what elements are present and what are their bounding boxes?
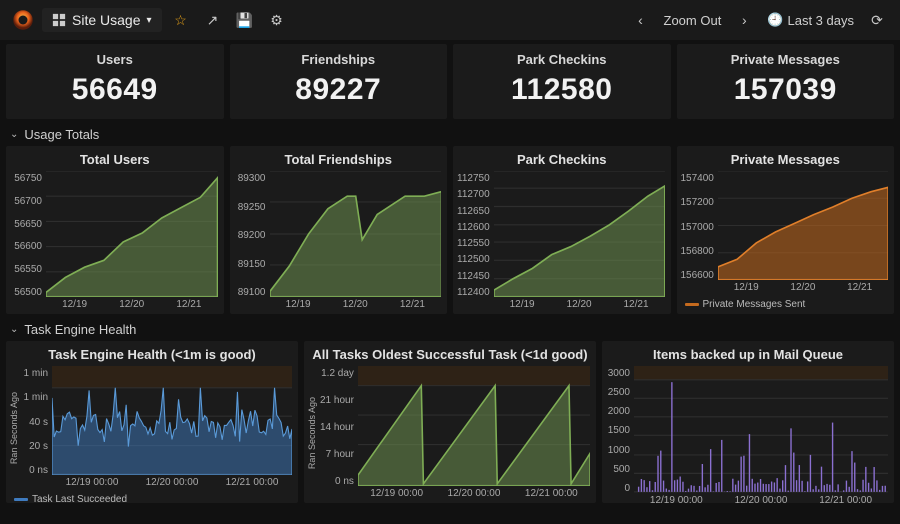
stat-panel-users[interactable]: Users 56649 [6,44,224,119]
chart-title: Total Friendships [230,146,448,169]
task-row: Task Engine Health (<1m is good) Ran Sec… [0,339,900,503]
stat-title: Private Messages [677,44,895,67]
plot-svg [494,171,665,297]
x-axis: 12/19 00:0012/20 00:0012/21 00:00 [358,486,590,501]
chevron-left-icon: ‹ [638,12,643,28]
plot-svg [718,171,888,280]
plot-svg [634,366,888,493]
chart-total-users[interactable]: Total Users 5675056700566505660056550565… [6,146,224,314]
time-next-button[interactable]: › [731,7,757,33]
section-usage-totals[interactable]: ⌄ Usage Totals [0,119,900,144]
stat-value: 157039 [677,67,895,119]
chevron-right-icon: › [742,12,747,28]
zoom-out-button[interactable]: Zoom Out [660,13,726,28]
chart-title: All Tasks Oldest Successful Task (<1d go… [304,341,596,364]
refresh-icon: ⟳ [871,12,883,29]
grid-icon [52,13,66,27]
chart-title: Private Messages [677,146,895,169]
stat-title: Park Checkins [453,44,671,67]
refresh-button[interactable]: ⟳ [864,7,890,33]
share-button[interactable]: ↗ [200,7,226,33]
time-range-picker[interactable]: 🕘 Last 3 days [763,12,858,28]
chart-mail-queue[interactable]: Items backed up in Mail Queue 3000250020… [602,341,894,503]
chart-oldest-task[interactable]: All Tasks Oldest Successful Task (<1d go… [304,341,596,503]
time-range-label: Last 3 days [788,13,855,28]
stat-value: 89227 [230,67,448,119]
section-title: Usage Totals [24,127,99,142]
save-icon: 💾 [236,12,253,29]
stat-panel-messages[interactable]: Private Messages 157039 [677,44,895,119]
zoom-out-label: Zoom Out [664,13,722,28]
grafana-logo[interactable] [10,7,36,33]
star-button[interactable]: ☆ [168,7,194,33]
x-axis: 12/19 00:0012/20 00:0012/21 00:00 [634,493,888,508]
x-axis: 12/1912/2012/21 [494,297,665,312]
dashboard-name: Site Usage [72,12,140,28]
plot-svg [52,366,292,475]
y-axis: 1127501127001126501126001125501125001124… [455,171,494,312]
save-button[interactable]: 💾 [232,7,258,33]
legend: Private Messages Sent [677,297,895,314]
chart-task-engine[interactable]: Task Engine Health (<1m is good) Ran Sec… [6,341,298,503]
chevron-down-icon: ▾ [146,15,151,26]
plot-svg [270,171,442,297]
gear-icon: ⚙ [270,12,283,29]
settings-button[interactable]: ⚙ [264,7,290,33]
top-nav: Site Usage ▾ ☆ ↗ 💾 ⚙ ‹ Zoom Out › 🕘 Last… [0,0,900,40]
stat-value: 56649 [6,67,224,119]
y-axis: 157400157200157000156800156600 [679,171,718,295]
y-axis-label: Ran Seconds Ago [306,397,318,469]
stat-panel-checkins[interactable]: Park Checkins 112580 [453,44,671,119]
x-axis: 12/1912/2012/21 [270,297,442,312]
y-axis: 1 min1 min40 s20 s0 ns [20,366,52,490]
dashboard-picker[interactable]: Site Usage ▾ [42,8,162,32]
section-title: Task Engine Health [24,322,136,337]
chevron-down-icon: ⌄ [10,129,18,140]
usage-row: Total Users 5675056700566505660056550565… [0,144,900,314]
legend: Task Last Succeeded [6,492,298,509]
time-prev-button[interactable]: ‹ [628,7,654,33]
star-icon: ☆ [174,12,187,29]
stat-panel-friendships[interactable]: Friendships 89227 [230,44,448,119]
plot-svg [358,366,590,486]
chart-park-checkins[interactable]: Park Checkins 11275011270011265011260011… [453,146,671,314]
chart-title: Park Checkins [453,146,671,169]
grafana-logo-icon [11,8,35,32]
chart-private-messages[interactable]: Private Messages 15740015720015700015680… [677,146,895,314]
stat-title: Users [6,44,224,67]
section-task-engine[interactable]: ⌄ Task Engine Health [0,314,900,339]
y-axis: 300025002000150010005000 [604,366,634,508]
clock-icon: 🕘 [767,12,783,28]
chart-total-friendships[interactable]: Total Friendships 8930089250892008915089… [230,146,448,314]
chart-title: Total Users [6,146,224,169]
x-axis: 12/1912/2012/21 [718,280,888,295]
stat-title: Friendships [230,44,448,67]
y-axis: 8930089250892008915089100 [232,171,270,312]
x-axis: 12/1912/2012/21 [46,297,218,312]
plot-svg [46,171,218,297]
y-axis: 567505670056650566005655056500 [8,171,46,312]
y-axis: 1.2 day21 hour14 hour7 hour0 ns [318,366,358,501]
x-axis: 12/19 00:0012/20 00:0012/21 00:00 [52,475,292,490]
share-icon: ↗ [207,12,219,29]
y-axis-label: Ran Seconds Ago [8,392,20,464]
chart-title: Items backed up in Mail Queue [602,341,894,364]
stat-value: 112580 [453,67,671,119]
chevron-down-icon: ⌄ [10,324,18,335]
stats-row: Users 56649 Friendships 89227 Park Check… [0,40,900,119]
chart-title: Task Engine Health (<1m is good) [6,341,298,364]
